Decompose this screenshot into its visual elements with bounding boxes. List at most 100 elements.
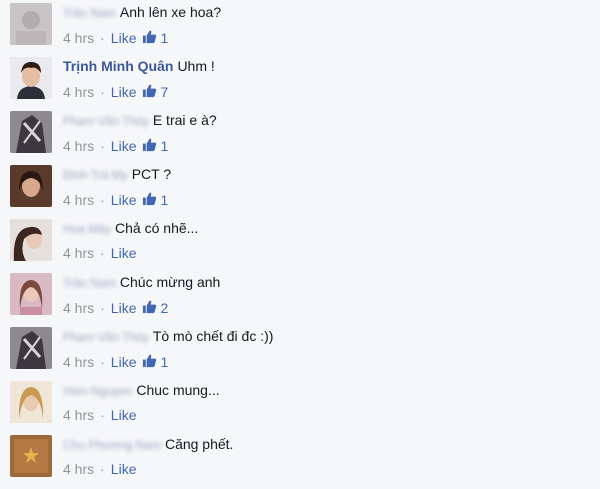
separator-dot: · [100,30,105,46]
avatar[interactable] [10,273,52,315]
comment-text: Uhm ! [177,58,215,74]
commenter-name[interactable]: Trịnh Minh Quân [63,58,173,74]
comment-text: Tò mò chết đi đc :)) [152,328,274,344]
like-count-value: 7 [160,84,169,100]
comment-item: Trần Nam Chúc mừng anh 4 hrs · Like 2 [0,270,600,324]
comment-text: Chuc mung... [136,382,220,398]
like-link[interactable]: Like [111,138,137,154]
like-count[interactable]: 1 [142,191,168,209]
like-link[interactable]: Like [111,245,137,261]
comment-meta: 4 hrs · Like 1 [63,137,168,155]
comment-meta: 4 hrs · Like 1 [63,191,168,209]
comment-meta: 4 hrs · Like 2 [63,299,168,317]
thumbs-up-icon [142,299,160,317]
comment-timestamp[interactable]: 4 hrs [63,407,94,423]
comment-body: Trần Nam Chúc mừng anh [63,274,220,290]
like-count-value: 1 [160,138,169,154]
avatar[interactable] [10,165,52,207]
separator-dot: · [100,407,105,423]
comment-meta: 4 hrs · Like [63,245,136,261]
like-count-value: 1 [160,30,169,46]
comment-text: Chả có nhẽ... [115,220,199,236]
like-link[interactable]: Like [111,354,137,370]
comment-list: Trần Nam Anh lên xe hoa? 4 hrs · Like 1 Trịnh … [0,0,600,489]
comment-meta: 4 hrs · Like 1 [63,29,168,47]
comment-text: Anh lên xe hoa? [119,4,222,20]
thumbs-up-icon [142,83,160,101]
comment-body: Hien Nguyen Chuc mung... [63,382,220,398]
comment-timestamp[interactable]: 4 hrs [63,192,94,208]
commenter-name[interactable]: Trần Nam [63,6,116,20]
commenter-name[interactable]: Hoa Mây [63,222,111,236]
avatar[interactable] [10,381,52,423]
like-link[interactable]: Like [111,461,137,477]
comment-text: Căng phết. [164,436,234,452]
comment-text: Chúc mừng anh [119,274,221,290]
separator-dot: · [100,461,105,477]
thumbs-up-icon [142,353,160,371]
comment-meta: 4 hrs · Like 1 [63,353,168,371]
separator-dot: · [100,84,105,100]
commenter-name[interactable]: Trần Nam [63,276,116,290]
comment-timestamp[interactable]: 4 hrs [63,138,94,154]
comment-item: Hoa Mây Chả có nhẽ... 4 hrs · Like [0,216,600,270]
like-count-value: 1 [160,354,169,370]
like-link[interactable]: Like [111,300,137,316]
comment-meta: 4 hrs · Like 7 [63,83,168,101]
separator-dot: · [100,300,105,316]
like-link[interactable]: Like [111,407,137,423]
separator-dot: · [100,354,105,370]
like-count[interactable]: 1 [142,137,168,155]
thumbs-up-icon [142,137,160,155]
comment-item: Đinh Trà My PCT ? 4 hrs · Like 1 [0,162,600,216]
like-count[interactable]: 1 [142,353,168,371]
like-count-value: 1 [160,192,169,208]
separator-dot: · [100,245,105,261]
commenter-name[interactable]: Phạm Văn Thủy [63,330,149,344]
avatar[interactable] [10,219,52,261]
comment-body: Phạm Văn Thủy E trai e à? [63,112,217,128]
comment-body: Chu Phương Nam Căng phết. [63,436,233,452]
avatar[interactable] [10,327,52,369]
comment-item: Hien Nguyen Chuc mung... 4 hrs · Like [0,378,600,432]
comment-item: Trần Nam Anh lên xe hoa? 4 hrs · Like 1 [0,0,600,54]
separator-dot: · [100,138,105,154]
comment-timestamp[interactable]: 4 hrs [63,461,94,477]
comment-body: Trần Nam Anh lên xe hoa? [63,4,221,20]
like-link[interactable]: Like [111,30,137,46]
avatar[interactable] [10,435,52,477]
commenter-name[interactable]: Hien Nguyen [63,384,132,398]
comment-body: Phạm Văn Thủy Tò mò chết đi đc :)) [63,328,273,344]
thumbs-up-icon [142,191,160,209]
comment-item: Chu Phương Nam Căng phết. 4 hrs · Like [0,432,600,486]
comment-timestamp[interactable]: 4 hrs [63,354,94,370]
comment-meta: 4 hrs · Like [63,407,136,423]
thumbs-up-icon [142,29,160,47]
comment-timestamp[interactable]: 4 hrs [63,300,94,316]
like-count[interactable]: 2 [142,299,168,317]
comment-timestamp[interactable]: 4 hrs [63,30,94,46]
comment-item: Trịnh Minh Quân Uhm ! 4 hrs · Like 7 [0,54,600,108]
comment-timestamp[interactable]: 4 hrs [63,84,94,100]
avatar[interactable] [10,111,52,153]
comment-body: Trịnh Minh Quân Uhm ! [63,58,215,74]
comment-timestamp[interactable]: 4 hrs [63,245,94,261]
comment-text: PCT ? [131,166,172,182]
comment-body: Đinh Trà My PCT ? [63,166,171,182]
like-count[interactable]: 7 [142,83,168,101]
like-link[interactable]: Like [111,84,137,100]
commenter-name[interactable]: Đinh Trà My [63,168,128,182]
like-count[interactable]: 1 [142,29,168,47]
like-link[interactable]: Like [111,192,137,208]
like-count-value: 2 [160,300,169,316]
comment-item: Phạm Văn Thủy E trai e à? 4 hrs · Like 1 [0,108,600,162]
separator-dot: · [100,192,105,208]
commenter-name[interactable]: Phạm Văn Thủy [63,114,149,128]
comment-item: Phạm Văn Thủy Tò mò chết đi đc :)) 4 hrs · L… [0,324,600,378]
avatar[interactable] [10,3,52,45]
comment-body: Hoa Mây Chả có nhẽ... [63,220,198,236]
avatar[interactable] [10,57,52,99]
comment-text: E trai e à? [152,112,217,128]
commenter-name[interactable]: Chu Phương Nam [63,438,161,452]
comment-meta: 4 hrs · Like [63,461,136,477]
